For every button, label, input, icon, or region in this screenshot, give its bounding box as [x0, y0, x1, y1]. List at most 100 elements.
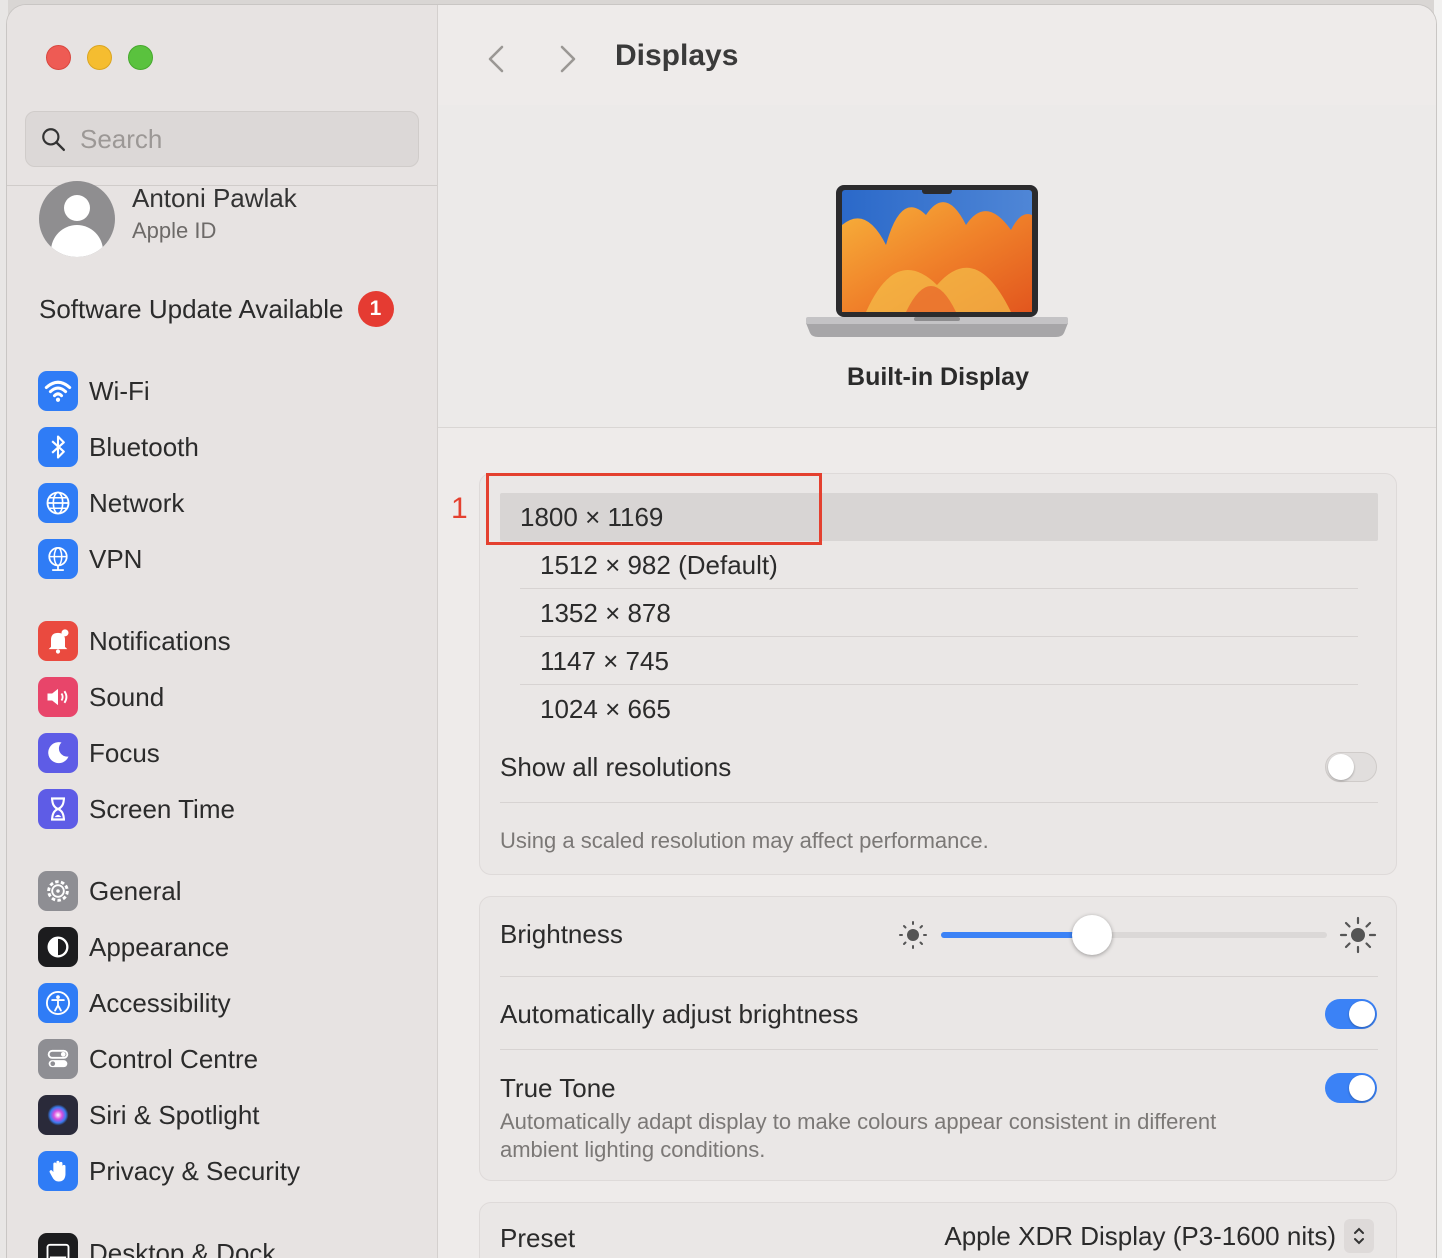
forward-button[interactable] [552, 39, 582, 79]
sidebar-item-wifi[interactable]: Wi-Fi [38, 369, 150, 413]
auto-brightness-toggle[interactable] [1325, 999, 1377, 1029]
sun-bright-icon [1339, 916, 1377, 954]
accessibility-icon [38, 983, 78, 1023]
true-tone-toggle[interactable] [1325, 1073, 1377, 1103]
dock-icon [38, 1233, 78, 1258]
sidebar-item-focus[interactable]: Focus [38, 731, 160, 775]
sidebar-item-appearance[interactable]: Appearance [38, 925, 229, 969]
sidebar: Antoni Pawlak Apple ID Software Update A… [7, 5, 438, 1258]
software-update-item[interactable]: Software Update Available 1 [39, 291, 394, 327]
display-hero: Built-in Display [438, 105, 1436, 428]
sidebar-item-label: Bluetooth [89, 431, 199, 462]
sidebar-item-label: VPN [89, 543, 143, 574]
sidebar-item-label: Sound [89, 681, 165, 712]
auto-brightness-label: Automatically adjust brightness [500, 999, 859, 1029]
sidebar-item-screen-time[interactable]: Screen Time [38, 787, 235, 831]
bell-icon [38, 621, 78, 661]
search-icon [42, 128, 66, 152]
brightness-group: Brightness Automatically adjust brightne… [479, 896, 1397, 1181]
sidebar-item-notifications[interactable]: Notifications [38, 619, 231, 663]
main-pane: Displays Built-in Display 1800 × 1169 15… [438, 5, 1436, 1258]
account-subtitle: Apple ID [132, 217, 217, 243]
bluetooth-icon [38, 427, 78, 467]
laptop-display-image[interactable] [806, 185, 1068, 343]
preset-group: Preset Apple XDR Display (P3-1600 nits) [479, 1202, 1397, 1258]
sidebar-item-general[interactable]: General [38, 869, 182, 913]
brightness-slider-fill [941, 932, 1092, 938]
page-title: Displays [615, 39, 739, 72]
sidebar-item-vpn[interactable]: VPN [38, 537, 142, 581]
vpn-globe-icon [38, 539, 78, 579]
window-controls [46, 45, 153, 70]
maximize-window-button[interactable] [128, 45, 153, 70]
speaker-icon [38, 677, 78, 717]
avatar [39, 181, 115, 257]
sidebar-item-label: Appearance [89, 931, 230, 962]
search-field[interactable] [25, 111, 419, 167]
sidebar-item-label: Screen Time [89, 793, 235, 824]
minimize-window-button[interactable] [87, 45, 112, 70]
sidebar-item-desktop-dock[interactable]: Desktop & Dock [38, 1231, 275, 1258]
hourglass-icon [38, 789, 78, 829]
account-name: Antoni Pawlak [132, 182, 297, 213]
show-all-resolutions-toggle[interactable] [1325, 752, 1377, 782]
sidebar-item-label: Accessibility [89, 987, 231, 1018]
divider [500, 976, 1378, 977]
globe-icon [38, 483, 78, 523]
preset-select[interactable]: Apple XDR Display (P3-1600 nits) [944, 1219, 1374, 1253]
sidebar-item-label: Siri & Spotlight [89, 1099, 260, 1130]
back-button[interactable] [482, 39, 512, 79]
brightness-slider[interactable] [941, 915, 1327, 955]
sidebar-item-label: Wi-Fi [89, 375, 150, 406]
sidebar-item-label: Network [89, 487, 185, 518]
sidebar-item-label: Notifications [89, 625, 231, 656]
search-input[interactable] [80, 123, 400, 155]
resolution-option-1352[interactable]: 1352 × 878 [520, 589, 1358, 637]
sidebar-item-bluetooth[interactable]: Bluetooth [38, 425, 199, 469]
sidebar-item-siri-spotlight[interactable]: Siri & Spotlight [38, 1093, 260, 1137]
software-update-label: Software Update Available [39, 293, 344, 324]
annotation-number: 1 [451, 492, 468, 525]
sidebar-item-privacy-security[interactable]: Privacy & Security [38, 1149, 300, 1193]
close-window-button[interactable] [46, 45, 71, 70]
settings-content: 1800 × 1169 1512 × 982 (Default) 1352 × … [438, 429, 1436, 1258]
true-tone-description-line2: ambient lighting conditions. [500, 1137, 766, 1162]
sidebar-item-label: General [89, 875, 182, 906]
resolution-group: 1800 × 1169 1512 × 982 (Default) 1352 × … [479, 473, 1397, 875]
siri-icon [38, 1095, 78, 1135]
appearance-icon [38, 927, 78, 967]
sidebar-item-label: Control Centre [89, 1043, 259, 1074]
system-settings-window: Antoni Pawlak Apple ID Software Update A… [6, 4, 1437, 1258]
true-tone-description-line1: Automatically adapt display to make colo… [500, 1109, 1217, 1134]
sidebar-item-network[interactable]: Network [38, 481, 184, 525]
scaled-resolution-note: Using a scaled resolution may affect per… [500, 828, 989, 853]
sidebar-item-label: Focus [89, 737, 160, 768]
sidebar-item-label: Privacy & Security [89, 1155, 300, 1186]
apple-id-account[interactable]: Antoni Pawlak Apple ID [39, 181, 297, 257]
preset-value: Apple XDR Display (P3-1600 nits) [944, 1220, 1336, 1251]
sidebar-item-sound[interactable]: Sound [38, 675, 164, 719]
sun-dim-icon [899, 921, 927, 949]
divider [500, 802, 1378, 803]
show-all-resolutions-label: Show all resolutions [500, 752, 732, 782]
resolution-option-1147[interactable]: 1147 × 745 [520, 637, 1358, 685]
brightness-slider-knob[interactable] [1071, 915, 1112, 955]
hand-icon [38, 1151, 78, 1191]
toolbar: Displays [438, 5, 1436, 105]
up-down-chevron-icon [1344, 1219, 1374, 1253]
sidebar-item-control-centre[interactable]: Control Centre [38, 1037, 258, 1081]
update-count-badge: 1 [357, 291, 394, 327]
preset-label: Preset [500, 1223, 576, 1253]
true-tone-label: True Tone [500, 1073, 616, 1103]
display-name-label: Built-in Display [847, 363, 1029, 391]
resolution-option-1512[interactable]: 1512 × 982 (Default) [520, 541, 1358, 589]
gear-icon [38, 871, 78, 911]
moon-icon [38, 733, 78, 773]
resolution-option-1024[interactable]: 1024 × 665 [520, 685, 1358, 733]
sidebar-item-accessibility[interactable]: Accessibility [38, 981, 231, 1025]
wifi-icon [38, 371, 78, 411]
resolution-option-1800[interactable]: 1800 × 1169 [500, 493, 1378, 541]
control-centre-icon [38, 1039, 78, 1079]
brightness-label: Brightness [500, 919, 623, 949]
divider [500, 1049, 1378, 1050]
